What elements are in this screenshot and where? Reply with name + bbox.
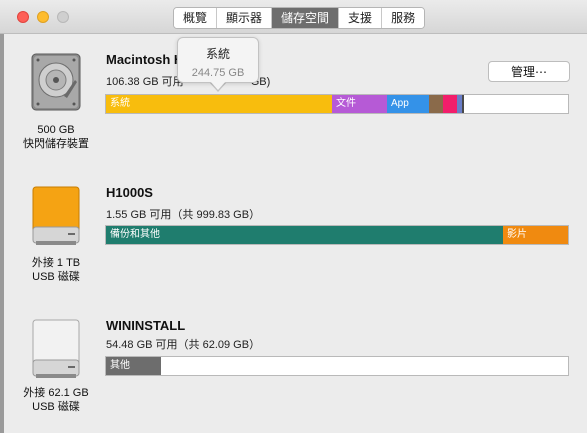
storage-segment[interactable]: 其他	[106, 357, 161, 375]
tooltip-arrow-inner	[210, 81, 226, 90]
storage-segment[interactable]: App	[387, 95, 429, 113]
about-this-mac-window: 概覽 顯示器 儲存空間 支援 服務 500 GB 快閃儲存裝置 Macintos…	[0, 0, 587, 433]
storage-tooltip: 系統 244.75 GB	[177, 37, 259, 83]
drive-name: H1000S	[106, 185, 153, 200]
tab-overview[interactable]: 概覽	[174, 8, 217, 28]
drive-caption: 500 GB 快閃儲存裝置	[0, 123, 112, 151]
external-drive-white-icon	[32, 319, 80, 378]
storage-segment[interactable]: 文件	[332, 95, 387, 113]
close-button[interactable]	[17, 11, 29, 23]
zoom-button[interactable]	[57, 11, 69, 23]
tab-bar: 概覽 顯示器 儲存空間 支援 服務	[173, 7, 426, 29]
title-bar: 概覽 顯示器 儲存空間 支援 服務	[0, 0, 587, 34]
hard-drive-icon	[31, 53, 81, 111]
storage-segment[interactable]: 備份和其他	[106, 226, 503, 244]
tooltip-title: 系統	[205, 47, 230, 61]
storage-pane: 500 GB 快閃儲存裝置 Macintosh H 106.38 GB 可用 G…	[0, 34, 587, 433]
drive-size-label: 500 GB	[37, 124, 75, 136]
drive-capacity: 54.48 GB 可用（共 62.09 GB）	[106, 339, 261, 351]
minimize-button[interactable]	[37, 11, 49, 23]
window-edge	[0, 34, 4, 433]
storage-segment[interactable]: 影片	[503, 226, 568, 244]
drive-available: 106.38 GB 可用	[106, 76, 184, 88]
drive-name: Macintosh H	[106, 52, 184, 67]
drive-size-label: 外接 62.1 GB	[23, 387, 89, 399]
drive-caption: 外接 1 TB USB 磁碟	[0, 256, 112, 284]
tab-storage[interactable]: 儲存空間	[271, 8, 339, 28]
storage-segment[interactable]	[443, 95, 457, 113]
drive-caption: 外接 62.1 GB USB 磁碟	[0, 386, 112, 414]
storage-segment[interactable]	[462, 95, 464, 113]
drive-capacity: 1.55 GB 可用（共 999.83 GB）	[106, 209, 261, 221]
drive-size-label: 外接 1 TB	[31, 257, 81, 269]
drive-name: WININSTALL	[106, 318, 186, 333]
storage-segment[interactable]	[429, 95, 443, 113]
storage-bar[interactable]: 其他	[105, 356, 569, 376]
manage-button[interactable]: 管理⋯	[488, 61, 570, 82]
drive-type-label: 快閃儲存裝置	[23, 138, 89, 150]
tooltip-value: 244.75 GB	[191, 67, 245, 79]
drive-type-label: USB 磁碟	[32, 271, 80, 283]
tab-displays[interactable]: 顯示器	[216, 8, 272, 28]
storage-bar[interactable]: 系統 文件 App	[105, 94, 569, 114]
tab-service[interactable]: 服務	[381, 8, 425, 28]
storage-segment[interactable]: 系統	[106, 95, 332, 113]
drive-type-label: USB 磁碟	[32, 401, 80, 413]
storage-bar[interactable]: 備份和其他 影片	[105, 225, 569, 245]
external-drive-orange-icon	[32, 186, 80, 245]
tab-support[interactable]: 支援	[338, 8, 382, 28]
